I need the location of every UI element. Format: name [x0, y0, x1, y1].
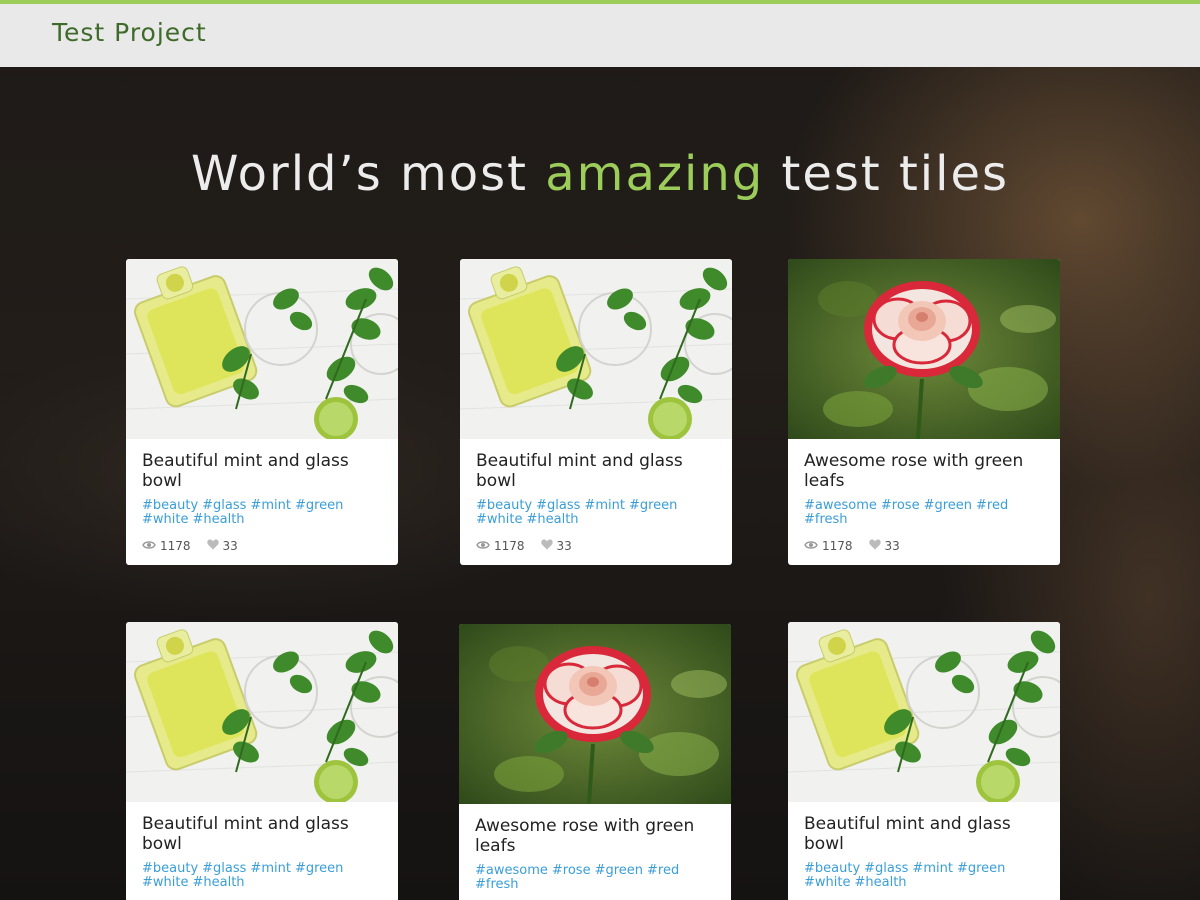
likes-count: 33	[556, 539, 572, 553]
likes-stat[interactable]: 33	[868, 539, 900, 553]
views-count: 1178	[160, 539, 191, 553]
tile-image-mint[interactable]	[788, 622, 1060, 802]
tag-link[interactable]: #health	[192, 875, 244, 890]
tile-card[interactable]: Beautiful mint and glass bowl #beauty #gl…	[126, 622, 398, 900]
tag-link[interactable]: #health	[526, 512, 578, 527]
tile-title[interactable]: Beautiful mint and glass bowl	[142, 814, 382, 854]
tile-image-rose[interactable]	[788, 259, 1060, 439]
tag-link[interactable]: #glass	[202, 861, 246, 876]
tag-link[interactable]: #mint	[912, 861, 953, 876]
tag-link[interactable]: #green	[295, 498, 343, 513]
tag-link[interactable]: #green	[295, 861, 343, 876]
tile-tags: #beauty #glass #mint #green #white #health	[142, 499, 382, 527]
tile-tags: #awesome #rose #green #red #fresh	[804, 499, 1044, 527]
tile-image-mint[interactable]	[126, 259, 398, 439]
tag-link[interactable]: #green	[595, 863, 643, 878]
heart-icon[interactable]	[206, 539, 223, 553]
tile-tags: #beauty #glass #mint #green #white #health	[804, 862, 1044, 890]
tile-title[interactable]: Beautiful mint and glass bowl	[804, 814, 1044, 854]
tag-link[interactable]: #health	[854, 875, 906, 890]
tag-link[interactable]: #glass	[864, 861, 908, 876]
views-stat: 1178	[142, 539, 191, 553]
tile-stats: 1178 33	[142, 539, 382, 553]
views-stat: 1178	[476, 539, 525, 553]
eye-icon	[142, 539, 160, 553]
brand-logo[interactable]: Test Project	[52, 18, 207, 47]
tile-card[interactable]: Beautiful mint and glass bowl #beauty #gl…	[788, 622, 1060, 900]
tag-link[interactable]: #white	[142, 875, 188, 890]
tag-link[interactable]: #fresh	[475, 877, 519, 892]
tile-image-mint[interactable]	[460, 259, 732, 439]
tile-image-rose[interactable]	[459, 624, 731, 804]
tag-link[interactable]: #awesome	[804, 498, 877, 513]
tile-tags: #beauty #glass #mint #green #white #health	[476, 499, 716, 527]
tile-card[interactable]: Awesome rose with green leafs #awesome #r…	[788, 259, 1060, 565]
tag-link[interactable]: #white	[804, 875, 850, 890]
tile-image-mint[interactable]	[126, 622, 398, 802]
top-nav: Test Project	[0, 0, 1200, 67]
tag-link[interactable]: #white	[476, 512, 522, 527]
tag-link[interactable]: #beauty	[142, 861, 198, 876]
tile-card[interactable]: Beautiful mint and glass bowl #beauty #gl…	[126, 259, 398, 565]
tile-card[interactable]: Beautiful mint and glass bowl #beauty #gl…	[460, 259, 732, 565]
eye-icon	[804, 539, 822, 553]
tag-link[interactable]: #mint	[250, 498, 291, 513]
tag-link[interactable]: #mint	[250, 861, 291, 876]
tile-stats: 1178 33	[804, 539, 1044, 553]
tag-link[interactable]: #green	[957, 861, 1005, 876]
tag-link[interactable]: #green	[629, 498, 677, 513]
tag-link[interactable]: #beauty	[142, 498, 198, 513]
tag-link[interactable]: #glass	[536, 498, 580, 513]
title-start: World’s most	[190, 146, 546, 202]
tile-tags: #awesome #rose #green #red #fresh	[475, 864, 715, 892]
heart-icon[interactable]	[868, 539, 885, 553]
tag-link[interactable]: #red	[976, 498, 1008, 513]
tile-stats: 1178 33	[476, 539, 716, 553]
page-title: World’s most amazing test tiles	[0, 146, 1200, 202]
likes-count: 33	[884, 539, 900, 553]
tag-link[interactable]: #white	[142, 512, 188, 527]
tag-link[interactable]: #health	[192, 512, 244, 527]
tag-link[interactable]: #fresh	[804, 512, 848, 527]
tag-link[interactable]: #beauty	[476, 498, 532, 513]
tag-link[interactable]: #mint	[584, 498, 625, 513]
title-accent: amazing	[545, 146, 765, 202]
tag-link[interactable]: #beauty	[804, 861, 860, 876]
likes-stat[interactable]: 33	[540, 539, 572, 553]
views-count: 1178	[494, 539, 525, 553]
tag-link[interactable]: #red	[647, 863, 679, 878]
tile-title[interactable]: Awesome rose with green leafs	[475, 816, 715, 856]
title-end: test tiles	[764, 146, 1010, 202]
views-stat: 1178	[804, 539, 853, 553]
tile-title[interactable]: Beautiful mint and glass bowl	[476, 451, 716, 491]
likes-stat[interactable]: 33	[206, 539, 238, 553]
tile-tags: #beauty #glass #mint #green #white #health	[142, 862, 382, 890]
tag-link[interactable]: #rose	[881, 498, 920, 513]
tag-link[interactable]: #rose	[552, 863, 591, 878]
tag-link[interactable]: #glass	[202, 498, 246, 513]
heart-icon[interactable]	[540, 539, 557, 553]
likes-count: 33	[222, 539, 238, 553]
tag-link[interactable]: #green	[924, 498, 972, 513]
views-count: 1178	[822, 539, 853, 553]
tile-card[interactable]: Awesome rose with green leafs #awesome #r…	[459, 624, 731, 900]
eye-icon	[476, 539, 494, 553]
tile-title[interactable]: Awesome rose with green leafs	[804, 451, 1044, 491]
tag-link[interactable]: #awesome	[475, 863, 548, 878]
tile-title[interactable]: Beautiful mint and glass bowl	[142, 451, 382, 491]
